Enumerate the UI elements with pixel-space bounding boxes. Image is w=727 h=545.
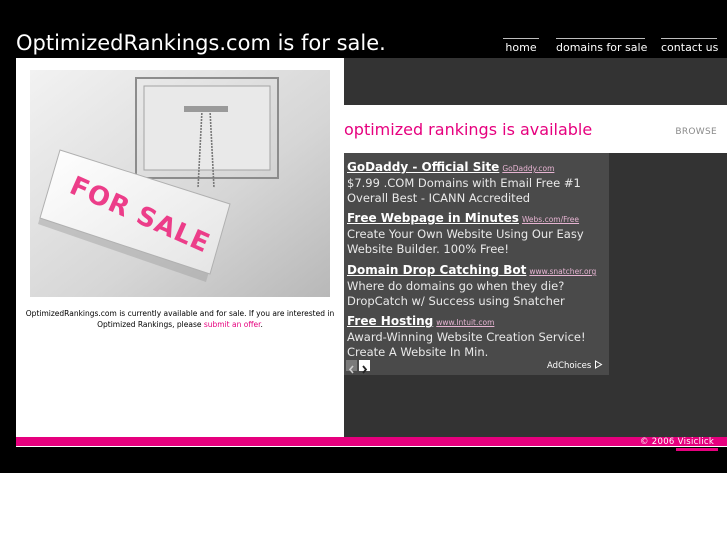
ads-area: GoDaddy - Official Site GoDaddy.com $7.99… (344, 153, 727, 437)
ad-url-link[interactable]: GoDaddy.com (502, 164, 554, 173)
footer-bar (16, 437, 727, 446)
browse-link[interactable]: BROWSE (675, 127, 717, 137)
for-sale-photo: FOR SALE (30, 70, 330, 297)
ad-url-link[interactable]: Webs.com/Free (522, 215, 579, 224)
nav-contact-us-link[interactable]: contact us (661, 38, 718, 54)
ad-item: Domain Drop Catching Bot www.snatcher.org… (347, 259, 609, 309)
adchoices-label: AdChoices (547, 361, 592, 371)
ad-title-link[interactable]: GoDaddy - Official Site (347, 160, 499, 174)
ad-box: GoDaddy - Official Site GoDaddy.com $7.99… (344, 153, 609, 375)
adchoices-link[interactable]: AdChoices (547, 360, 603, 371)
ad-description: Where do domains go when they die? DropC… (347, 279, 565, 308)
adchoices-icon (595, 360, 603, 369)
ad-title-link[interactable]: Free Webpage in Minutes (347, 211, 519, 225)
ad-item: GoDaddy - Official Site GoDaddy.com $7.99… (347, 156, 609, 206)
ad-description: Create Your Own Website Using Our Easy W… (347, 227, 584, 256)
ad-url-link[interactable]: www.snatcher.org (529, 267, 596, 276)
available-heading: optimized rankings is available (344, 120, 593, 139)
chevron-right-icon (362, 365, 368, 374)
footer-divider (16, 446, 727, 447)
ad-prev-button[interactable] (346, 360, 357, 374)
banner-placeholder (344, 58, 727, 105)
ad-title-link[interactable]: Domain Drop Catching Bot (347, 263, 526, 277)
submit-offer-link[interactable]: submit an offer (204, 320, 261, 329)
copyright-text: © 2006 Visiclick (640, 437, 715, 447)
ad-url-link[interactable]: www.Intuit.com (436, 318, 494, 327)
ad-pager (346, 360, 372, 374)
copyright-underline (676, 448, 718, 451)
sale-caption-text: OptimizedRankings.com is currently avail… (25, 309, 335, 329)
chevron-left-icon (348, 365, 354, 374)
left-column: FOR SALE OptimizedRankings.com is curren… (16, 58, 344, 437)
ad-next-button[interactable] (359, 360, 370, 374)
nav-domains-for-sale-link[interactable]: domains for sale (556, 38, 647, 54)
top-nav: home domains for sale contact us (0, 38, 727, 58)
ad-item: Free Hosting www.Intuit.com Award-Winning… (347, 310, 609, 360)
nav-home-link[interactable]: home (503, 38, 539, 54)
sale-caption-end: . (260, 320, 263, 329)
sale-caption: OptimizedRankings.com is currently avail… (20, 308, 340, 330)
main-content: FOR SALE OptimizedRankings.com is curren… (16, 58, 727, 437)
ad-description: $7.99 .COM Domains with Email Free #1 Ov… (347, 176, 581, 205)
ad-item: Free Webpage in Minutes Webs.com/Free Cre… (347, 207, 609, 257)
right-column: optimized rankings is available BROWSE G… (344, 58, 727, 437)
ad-description: Award-Winning Website Creation Service! … (347, 330, 586, 359)
ad-title-link[interactable]: Free Hosting (347, 314, 433, 328)
for-sale-sign-image: FOR SALE (30, 70, 330, 297)
